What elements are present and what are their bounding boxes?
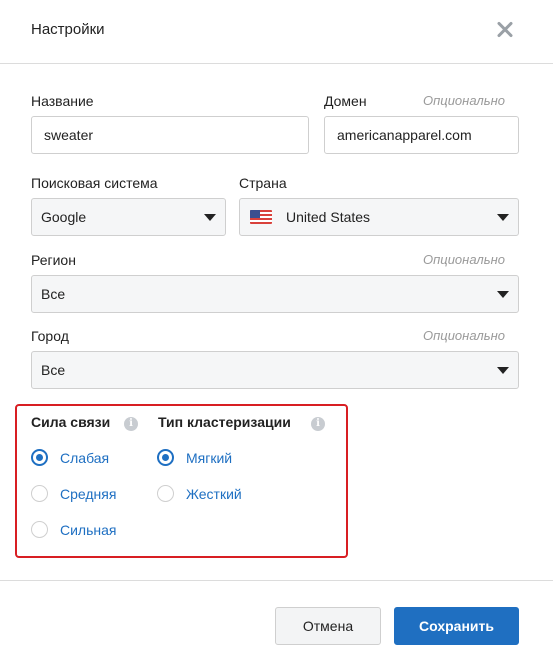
radio-hard[interactable] <box>157 485 174 502</box>
search-engine-select[interactable]: Google <box>31 198 226 236</box>
radio-hard-label[interactable]: Жесткий <box>186 486 242 502</box>
domain-label: Домен <box>324 93 367 109</box>
region-label: Регион <box>31 252 76 268</box>
dialog-title: Настройки <box>31 21 105 38</box>
us-flag-icon <box>250 210 272 224</box>
search-engine-value: Google <box>41 209 87 225</box>
radio-soft[interactable] <box>157 449 174 466</box>
radio-strong[interactable] <box>31 521 48 538</box>
country-select[interactable]: United States <box>239 198 519 236</box>
radio-strong-label[interactable]: Сильная <box>60 522 117 538</box>
chevron-down-icon <box>497 367 509 374</box>
dialog-header: Настройки <box>0 0 553 64</box>
clustering-type-title: Тип кластеризации <box>158 414 291 430</box>
radio-soft-label[interactable]: Мягкий <box>186 450 232 466</box>
close-icon[interactable] <box>494 19 516 41</box>
chevron-down-icon <box>497 214 509 221</box>
cancel-button[interactable]: Отмена <box>275 607 381 645</box>
city-select[interactable]: Все <box>31 351 519 389</box>
info-icon[interactable]: i <box>124 417 138 431</box>
info-icon[interactable]: i <box>311 417 325 431</box>
region-value: Все <box>41 286 66 302</box>
name-input[interactable] <box>31 116 309 154</box>
radio-medium[interactable] <box>31 485 48 502</box>
country-value: United States <box>286 209 371 225</box>
domain-input[interactable] <box>324 116 519 154</box>
radio-medium-label[interactable]: Средняя <box>60 486 116 502</box>
city-optional-note: Опционально <box>423 328 505 343</box>
search-engine-label: Поисковая система <box>31 175 158 191</box>
chevron-down-icon <box>204 214 216 221</box>
region-optional-note: Опционально <box>423 252 505 267</box>
city-label: Город <box>31 328 69 344</box>
radio-weak-label[interactable]: Слабая <box>60 450 109 466</box>
radio-weak[interactable] <box>31 449 48 466</box>
footer-divider <box>0 580 553 581</box>
region-select[interactable]: Все <box>31 275 519 313</box>
save-button[interactable]: Сохранить <box>394 607 519 645</box>
city-value: Все <box>41 362 66 378</box>
country-label: Страна <box>239 175 287 191</box>
domain-optional-note: Опционально <box>423 93 505 108</box>
name-label: Название <box>31 93 94 109</box>
link-strength-title: Сила связи <box>31 414 111 430</box>
chevron-down-icon <box>497 291 509 298</box>
